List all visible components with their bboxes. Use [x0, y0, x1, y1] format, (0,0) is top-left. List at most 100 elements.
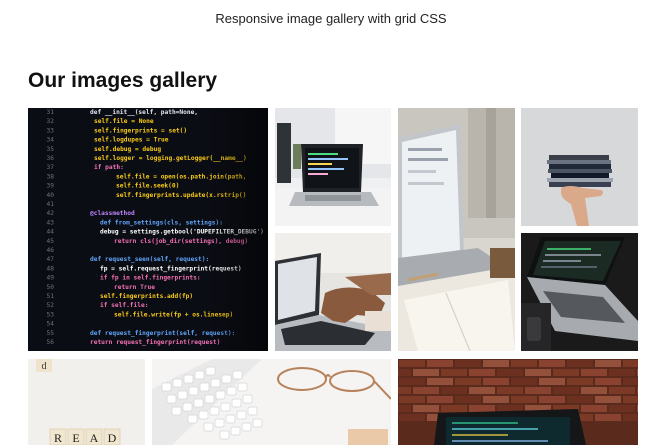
gallery-image-code[interactable]: 31def __init__(self, path=None,32self.fi… — [28, 108, 268, 351]
brick — [413, 405, 439, 412]
keyboard-key — [209, 406, 220, 416]
gallery-image-laptop-notebook[interactable] — [398, 108, 515, 351]
brick — [427, 378, 453, 385]
brick — [539, 396, 565, 403]
dark-laptop-photo — [521, 233, 638, 351]
keyboard-key — [221, 374, 232, 384]
keyboard-key — [241, 422, 252, 432]
brick — [483, 378, 509, 385]
brick — [427, 396, 453, 403]
keyboard-key — [210, 378, 221, 388]
keyboard-key — [188, 386, 199, 396]
brick — [398, 369, 411, 376]
keyboard-key — [230, 426, 241, 436]
brick — [623, 414, 638, 421]
brick — [609, 369, 635, 376]
brick — [399, 378, 425, 385]
brick — [427, 360, 453, 367]
brick — [623, 360, 638, 367]
gallery-image-keyboard[interactable] — [152, 359, 391, 445]
keyboard-key — [219, 430, 230, 440]
brick — [595, 414, 621, 421]
keyboard-key — [247, 406, 258, 416]
brick — [567, 360, 593, 367]
gallery-image-books[interactable] — [521, 108, 638, 226]
gallery-image-brick-laptop[interactable] — [398, 359, 638, 445]
laptop-notebook-photo — [398, 108, 515, 351]
page-subtitle: Responsive image gallery with grid CSS — [215, 11, 447, 26]
laptop-desk-photo — [275, 108, 391, 226]
books-photo — [521, 108, 638, 226]
keyboard-key — [231, 398, 242, 408]
keyboard-key — [220, 402, 231, 412]
brick — [525, 369, 551, 376]
brick — [609, 387, 635, 394]
gallery-image-typing[interactable] — [275, 233, 391, 351]
brick — [637, 387, 638, 394]
letter-block-letter: R — [54, 431, 62, 445]
keyboard-key — [242, 394, 253, 404]
brick — [567, 396, 593, 403]
brick — [399, 414, 425, 421]
keyboard-key — [225, 414, 236, 424]
keyboard-key — [177, 390, 188, 400]
brick — [483, 396, 509, 403]
letter-block: d — [42, 361, 47, 372]
brick — [623, 378, 638, 385]
brick — [483, 360, 509, 367]
keyboard-key — [232, 370, 243, 380]
keyboard-key — [198, 410, 209, 420]
brick — [455, 360, 481, 367]
code-photo: 31def __init__(self, path=None,32self.fi… — [28, 108, 268, 351]
brick — [469, 369, 495, 376]
brick — [553, 369, 579, 376]
brick — [399, 360, 425, 367]
brick — [413, 369, 439, 376]
keyboard-key — [183, 374, 194, 384]
brick — [637, 369, 638, 376]
brick — [595, 378, 621, 385]
brick — [609, 405, 635, 412]
keyboard-key — [194, 370, 205, 380]
brick — [595, 360, 621, 367]
keyboard-key — [205, 366, 216, 376]
brick — [581, 387, 607, 394]
keyboard-key — [204, 394, 215, 404]
gallery-image-read-blocks[interactable]: d READ — [28, 359, 145, 445]
letter-block-letter: E — [72, 431, 79, 445]
brick — [567, 378, 593, 385]
keyboard-key — [172, 378, 183, 388]
letter-block-letter: D — [108, 431, 117, 445]
brick — [398, 405, 411, 412]
brick — [497, 369, 523, 376]
brick — [637, 405, 638, 412]
typing-photo — [275, 233, 391, 351]
brick — [455, 378, 481, 385]
keyboard-key — [237, 382, 248, 392]
keyboard-key — [226, 386, 237, 396]
brick — [497, 387, 523, 394]
brick — [623, 396, 638, 403]
keyboard-key — [171, 406, 182, 416]
letter-block-letter: A — [90, 431, 99, 445]
brick — [539, 360, 565, 367]
keyboard-key — [182, 402, 193, 412]
brick — [581, 369, 607, 376]
brick — [398, 387, 411, 394]
brick-laptop-photo — [398, 359, 638, 445]
brick — [441, 387, 467, 394]
keyboard-key — [161, 382, 172, 392]
keyboard-key — [236, 410, 247, 420]
brick — [399, 396, 425, 403]
brick — [441, 405, 467, 412]
keyboard-key — [214, 418, 225, 428]
brick — [553, 387, 579, 394]
keyboard-key — [187, 414, 198, 424]
brick — [469, 405, 495, 412]
brick — [511, 360, 537, 367]
gallery-image-dark-laptop[interactable] — [521, 233, 638, 351]
brick — [511, 396, 537, 403]
gallery-image-laptop-desk[interactable] — [275, 108, 391, 226]
brick — [539, 378, 565, 385]
brick — [525, 387, 551, 394]
